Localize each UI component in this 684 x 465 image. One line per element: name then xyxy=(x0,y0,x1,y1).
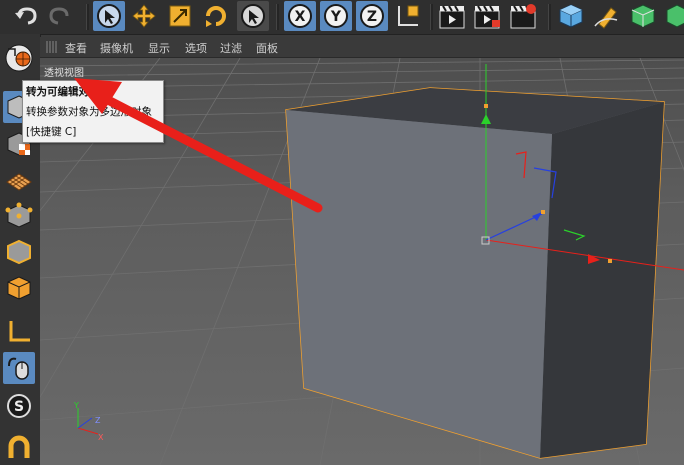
clapper-icon xyxy=(439,5,465,29)
mouse-tweak-icon xyxy=(8,357,29,380)
selection-tool-button[interactable] xyxy=(237,1,269,31)
live-selection-button[interactable] xyxy=(93,1,125,31)
svg-text:S: S xyxy=(14,399,24,415)
make-editable-tooltip: 转为可编辑对象 转换参数对象为多边形对象 [快捷键 C] xyxy=(22,80,164,143)
scale-tool-button[interactable] xyxy=(164,1,196,31)
rotate-tool-button[interactable] xyxy=(200,1,232,31)
point-mode-icon xyxy=(5,202,33,228)
polygon-mode-button[interactable] xyxy=(3,272,35,304)
make-editable-button[interactable] xyxy=(3,42,35,74)
redo-icon xyxy=(49,7,69,25)
cube-icon xyxy=(559,4,583,28)
edge-mode-icon xyxy=(7,239,31,265)
render-settings-button[interactable] xyxy=(507,1,539,31)
menu-panel[interactable]: 面板 xyxy=(256,40,278,56)
select-arrow-icon xyxy=(241,4,265,28)
scale-icon xyxy=(169,5,191,27)
toolbar-separator xyxy=(548,4,551,30)
undo-button[interactable] xyxy=(10,1,42,31)
toolbar-separator xyxy=(276,4,279,30)
snap-icon: S xyxy=(7,394,31,418)
cube-primitive-button[interactable] xyxy=(555,1,587,31)
svg-text:Y: Y xyxy=(330,9,342,25)
menu-cameras[interactable]: 摄像机 xyxy=(100,40,133,56)
viewport-title: 透视视图 xyxy=(44,68,84,79)
rotate-icon xyxy=(206,6,226,27)
axis-mode-button[interactable] xyxy=(3,316,35,348)
pen-icon xyxy=(594,7,618,29)
main-toolbar: X Y Z xyxy=(0,0,684,35)
workplane-mode-button[interactable] xyxy=(3,164,35,196)
edge-mode-button[interactable] xyxy=(3,236,35,268)
viewport-menubar: 查看 摄像机 显示 选项 过滤 面板 xyxy=(40,37,684,58)
x-axis-icon: X xyxy=(288,4,312,28)
svg-text:X: X xyxy=(295,9,306,25)
render-to-picture-viewer-button[interactable] xyxy=(471,1,503,31)
cloner-icon xyxy=(666,4,684,28)
magnet-button[interactable] xyxy=(3,432,35,464)
clapper-picture-icon xyxy=(474,5,500,29)
subdivision-surface-button[interactable] xyxy=(627,1,659,31)
axis-x-lock-button[interactable]: X xyxy=(284,1,316,31)
axis-y-lock-button[interactable]: Y xyxy=(320,1,352,31)
cloner-button[interactable] xyxy=(661,1,684,31)
workplane-icon xyxy=(6,173,32,191)
undo-icon xyxy=(15,7,37,25)
world-axis-z-label: Z xyxy=(95,416,101,425)
coordinate-system-icon xyxy=(398,5,419,26)
coordinate-system-button[interactable] xyxy=(392,1,424,31)
menu-display[interactable]: 显示 xyxy=(148,40,170,56)
tweak-mode-button[interactable] xyxy=(3,352,35,384)
make-editable-icon xyxy=(5,44,33,72)
tooltip-shortcut: [快捷键 C] xyxy=(26,126,77,138)
axis-mode-icon xyxy=(9,321,30,342)
move-icon xyxy=(132,4,156,28)
point-mode-button[interactable] xyxy=(3,200,35,232)
subdivision-icon xyxy=(631,4,655,28)
polygon-mode-icon xyxy=(7,276,31,300)
panel-grip-icon xyxy=(46,41,57,53)
snap-button[interactable]: S xyxy=(3,390,35,422)
toolbar-separator xyxy=(86,4,89,30)
z-axis-icon: Z xyxy=(360,4,384,28)
pen-tool-button[interactable] xyxy=(591,1,623,31)
world-axis-x-label: X xyxy=(98,433,104,442)
menu-filter[interactable]: 过滤 xyxy=(220,40,242,56)
tooltip-description: 转换参数对象为多边形对象 xyxy=(26,106,152,118)
menu-view[interactable]: 查看 xyxy=(65,40,87,56)
y-axis-icon: Y xyxy=(324,4,348,28)
render-view-button[interactable] xyxy=(436,1,468,31)
redo-button[interactable] xyxy=(44,1,76,31)
svg-text:Z: Z xyxy=(367,9,377,25)
toolbar-separator xyxy=(430,4,433,30)
axis-z-lock-button[interactable]: Z xyxy=(356,1,388,31)
magnet-icon xyxy=(8,435,30,458)
clapper-settings-icon xyxy=(510,4,536,29)
live-selection-icon xyxy=(97,4,121,28)
menu-options[interactable]: 选项 xyxy=(185,40,207,56)
move-tool-button[interactable] xyxy=(128,1,160,31)
world-axis-y-label: Y xyxy=(73,401,79,410)
tooltip-title: 转为可编辑对象 xyxy=(26,86,100,98)
